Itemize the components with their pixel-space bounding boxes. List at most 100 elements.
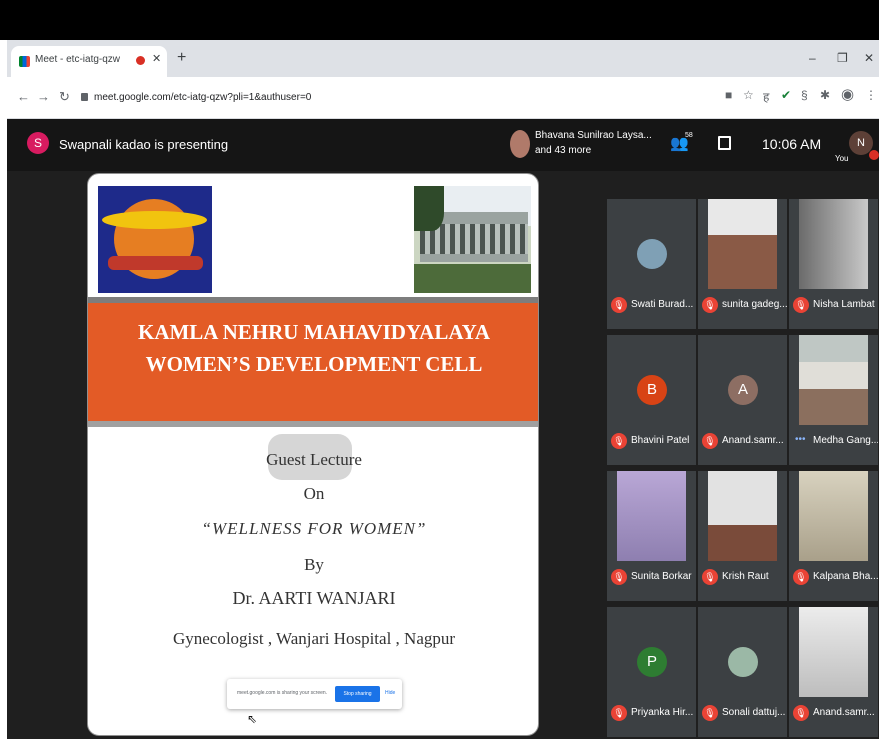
participants-line1: Bhavana Sunilrao Laysa... xyxy=(535,130,652,141)
participant-grid: 🎙 Swati Burad... 🎙 sunita gadeg... 🎙 Nis… xyxy=(607,199,879,739)
participant-name: Nisha Lambat xyxy=(813,299,875,310)
participant-name: sunita gadeg... xyxy=(722,299,787,310)
logo-wings xyxy=(102,211,207,229)
recording-dot-icon xyxy=(136,56,145,65)
profile-icon[interactable]: ◉ xyxy=(841,85,854,103)
participant-tile[interactable]: 🎙 Swati Burad... xyxy=(607,199,696,329)
photo-ground xyxy=(414,264,531,293)
participant-tile[interactable]: 🎙 Nisha Lambat xyxy=(789,199,878,329)
participant-name: Krish Raut xyxy=(722,571,769,582)
presenter-avatar: S xyxy=(27,132,49,154)
participant-tile[interactable]: 🎙 sunita gadeg... xyxy=(698,199,787,329)
college-building-photo xyxy=(414,186,531,293)
guest-lecture-text: Guest Lecture xyxy=(266,450,362,469)
stop-sharing-button[interactable]: Stop sharing xyxy=(335,686,380,702)
participant-photo-avatar xyxy=(637,239,667,269)
mic-off-icon: 🎙 xyxy=(793,569,809,585)
restore-icon[interactable]: ❐ xyxy=(837,51,848,65)
participant-avatar: A xyxy=(728,375,758,405)
college-banner: KAMLA NEHRU MAHAVIDYALAYA WOMEN’S DEVELO… xyxy=(88,297,538,427)
participant-tile[interactable]: 🎙 Krish Raut xyxy=(698,471,787,601)
participant-name: Swati Burad... xyxy=(631,299,694,310)
mouse-cursor-icon: ⇖ xyxy=(247,712,258,726)
speaker-name: Dr. AARTI WANJARI xyxy=(232,588,396,608)
participant-tile[interactable]: 🎙 Kalpana Bha... xyxy=(789,471,878,601)
participant-video xyxy=(799,607,868,697)
participants-summary[interactable]: Bhavana Sunilrao Laysa... and 43 more xyxy=(535,128,652,158)
mic-off-icon: 🎙 xyxy=(702,705,718,721)
browser-tab-meet[interactable]: Meet - etc-iatg-qzw ✕ xyxy=(11,46,167,77)
camera-indicator-icon[interactable]: ■ xyxy=(725,88,732,102)
participant-video xyxy=(799,471,868,561)
participant-name: Sunita Borkar xyxy=(631,571,692,582)
participant-name: Kalpana Bha... xyxy=(813,571,878,582)
mic-off-icon: 🎙 xyxy=(611,569,627,585)
hide-button[interactable]: Hide xyxy=(385,690,395,696)
college-name: KAMLA NEHRU MAHAVIDYALAYA xyxy=(137,320,490,344)
browser-tab-strip: Meet - etc-iatg-qzw ✕ + – ❐ ✕ xyxy=(7,40,879,77)
participant-tile[interactable]: ••• Medha Gang... xyxy=(789,335,878,465)
back-icon[interactable]: ← xyxy=(17,89,30,104)
minimize-icon[interactable]: – xyxy=(809,51,816,65)
people-count: 58 xyxy=(685,132,693,139)
participant-name: Priyanka Hir... xyxy=(631,707,694,718)
participant-name: Bhavini Patel xyxy=(631,435,690,446)
url-field[interactable]: meet.google.com/etc-iatg-qzw?pli=1&authu… xyxy=(81,87,701,109)
top-black-bar xyxy=(0,0,879,40)
participant-name: Sonali dattuj... xyxy=(722,707,786,718)
speaker-role: Gynecologist , Wanjari Hospital , Nagpur xyxy=(172,629,456,648)
participant-tile[interactable]: P 🎙 Priyanka Hir... xyxy=(607,607,696,737)
close-tab-icon[interactable]: ✕ xyxy=(152,52,161,65)
close-window-icon[interactable]: ✕ xyxy=(864,51,874,65)
screen-share-bar: meet.google.com is sharing your screen. … xyxy=(227,679,402,709)
extension-hindi-icon[interactable]: ह xyxy=(763,88,769,105)
participant-name: Anand.samr... xyxy=(813,707,875,718)
lock-icon xyxy=(81,93,88,101)
forward-icon[interactable]: → xyxy=(37,89,50,104)
participant-tile[interactable]: A 🎙 Anand.samr... xyxy=(698,335,787,465)
participant-avatar: P xyxy=(637,647,667,677)
logo-ribbon xyxy=(108,256,203,270)
presenting-label: Swapnali kadao is presenting xyxy=(59,137,229,152)
meet-window: S Swapnali kadao is presenting Bhavana S… xyxy=(7,119,879,739)
speaking-dots-icon: ••• xyxy=(795,434,806,445)
mic-off-icon: 🎙 xyxy=(611,297,627,313)
mic-off-icon: 🎙 xyxy=(611,433,627,449)
participants-line2: and 43 more xyxy=(535,145,592,156)
mic-off-icon: 🎙 xyxy=(702,297,718,313)
reload-icon[interactable]: ↻ xyxy=(59,89,70,105)
chat-icon[interactable] xyxy=(718,136,731,150)
extension-icon[interactable]: § xyxy=(801,88,808,102)
lecture-topic: “WELLNESS FOR WOMEN” xyxy=(201,519,427,538)
participant-avatar: B xyxy=(637,375,667,405)
participant-name: Anand.samr... xyxy=(722,435,784,446)
participant-photo-avatar xyxy=(728,647,758,677)
url-text: meet.google.com/etc-iatg-qzw?pli=1&authu… xyxy=(94,92,312,103)
participant-tile[interactable]: 🎙 Sunita Borkar xyxy=(607,471,696,601)
meeting-clock: 10:06 AM xyxy=(762,136,822,152)
new-tab-icon[interactable]: + xyxy=(177,49,186,67)
bookmark-star-icon[interactable]: ☆ xyxy=(743,88,754,102)
menu-dots-icon[interactable]: ⋮ xyxy=(865,88,877,102)
cell-name: WOMEN’S DEVELOPMENT CELL xyxy=(145,352,483,376)
participant-tile[interactable]: B 🎙 Bhavini Patel xyxy=(607,335,696,465)
share-message: meet.google.com is sharing your screen. xyxy=(237,690,328,696)
participant-tile[interactable]: 🎙 Sonali dattuj... xyxy=(698,607,787,737)
participant-avatar xyxy=(510,130,530,158)
participant-tile[interactable]: 🎙 Anand.samr... xyxy=(789,607,878,737)
college-logo xyxy=(98,186,212,293)
mic-off-icon: 🎙 xyxy=(793,297,809,313)
mic-off-icon: 🎙 xyxy=(702,569,718,585)
meet-header: S Swapnali kadao is presenting Bhavana S… xyxy=(7,119,879,171)
on-text: On xyxy=(303,484,325,503)
self-label: You xyxy=(835,154,849,163)
photo-tree xyxy=(414,186,444,231)
meet-favicon-icon xyxy=(19,56,30,67)
participant-name: Medha Gang... xyxy=(813,435,878,446)
participant-video xyxy=(799,199,868,289)
extensions-puzzle-icon[interactable]: ✱ xyxy=(820,88,830,102)
extension-check-icon[interactable]: ✔ xyxy=(781,88,791,102)
presented-slide: KAMLA NEHRU MAHAVIDYALAYA WOMEN’S DEVELO… xyxy=(87,173,539,736)
participant-video xyxy=(799,335,868,425)
mic-off-icon: 🎙 xyxy=(702,433,718,449)
